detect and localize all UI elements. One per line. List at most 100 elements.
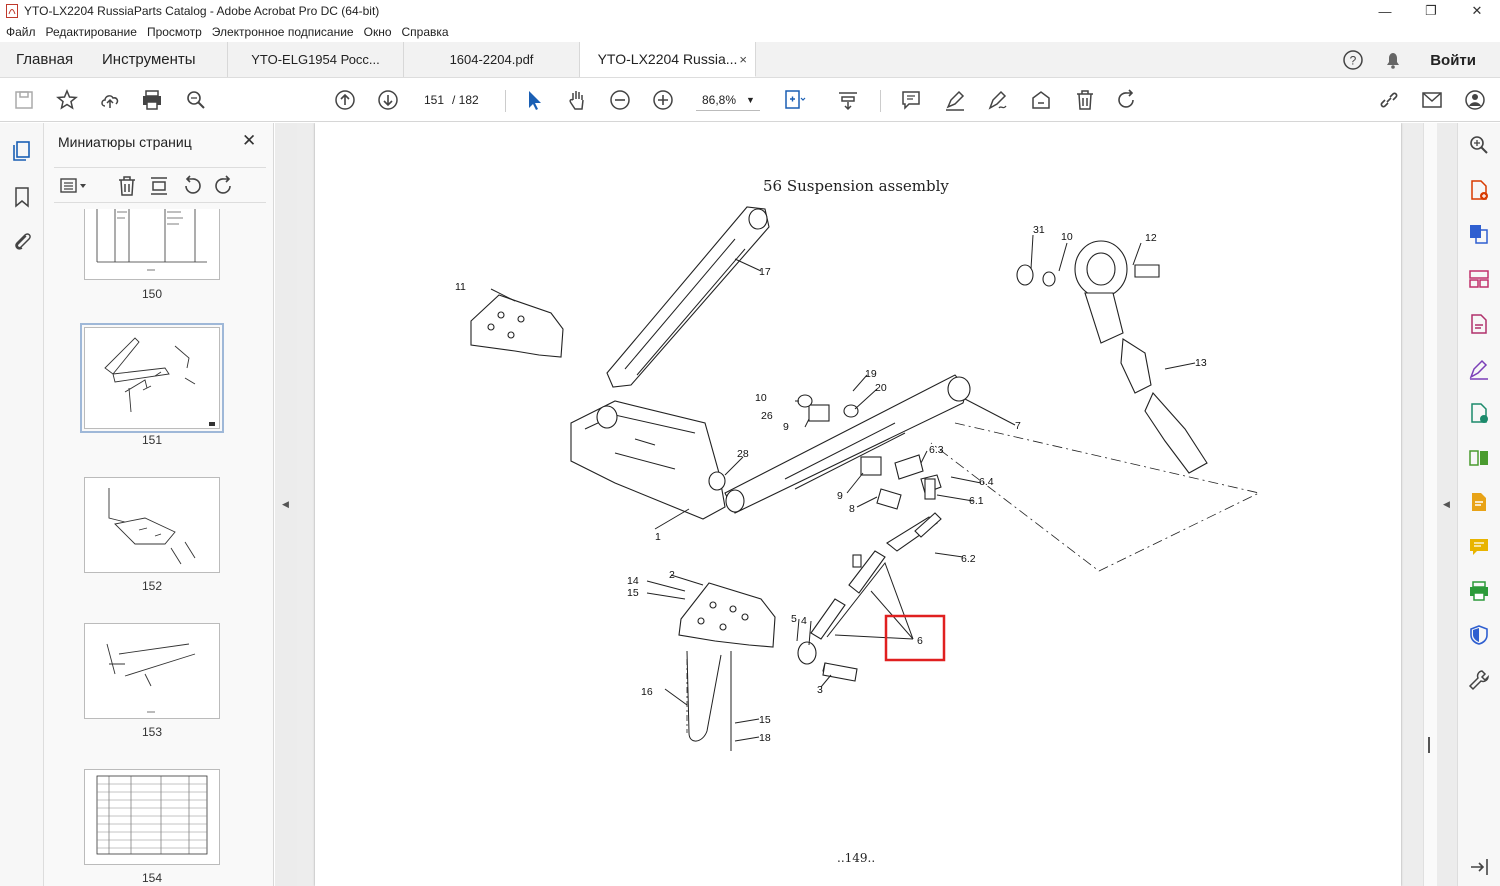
thumbnail-page-selected[interactable] — [80, 323, 224, 433]
tab-doc-1604-2204[interactable]: 1604-2204.pdf — [404, 42, 580, 77]
delete-page-icon[interactable] — [115, 174, 139, 198]
rod-assembly-6 — [797, 474, 942, 680]
scan-ocr-icon[interactable] — [1467, 490, 1491, 514]
callout-label: 10 — [755, 392, 767, 404]
menu-window[interactable]: Окно — [364, 25, 392, 39]
scroll-mode-icon[interactable] — [836, 88, 860, 112]
print-icon[interactable] — [140, 88, 164, 112]
comment-icon[interactable] — [899, 88, 923, 112]
zoom-level-select[interactable]: 86,8% ▼ — [696, 89, 760, 111]
maximize-button[interactable]: ❐ — [1408, 0, 1454, 22]
close-window-button[interactable]: ✕ — [1454, 0, 1500, 22]
rotate-ccw-icon[interactable] — [180, 174, 204, 198]
callout-label: 7 — [1015, 420, 1021, 432]
chevron-down-icon: ▼ — [746, 94, 755, 105]
export-pdf-icon[interactable] — [1467, 312, 1491, 336]
select-cursor-icon[interactable] — [522, 88, 546, 112]
user-share-icon[interactable] — [1463, 88, 1487, 112]
more-tools-wrench-icon[interactable] — [1467, 668, 1491, 692]
create-pdf-icon[interactable] — [1467, 178, 1491, 202]
bookmark-icon[interactable] — [10, 185, 34, 209]
callout-label: 18 — [759, 732, 771, 744]
redo-rotate-icon[interactable] — [1115, 88, 1139, 112]
thumbnail-page[interactable] — [84, 209, 220, 280]
menu-esign[interactable]: Электронное подписание — [212, 25, 354, 39]
vertical-scrollbar[interactable] — [1423, 123, 1437, 886]
share-link-icon[interactable] — [1377, 88, 1401, 112]
callout-label: 6.4 — [979, 476, 994, 488]
tab-label: YTO-ELG1954 Росс... — [251, 52, 380, 67]
panel-collapse-splitter[interactable]: ◀ — [275, 123, 297, 886]
scrollbar-thumb[interactable] — [1428, 737, 1430, 753]
thumbnail-preview — [108, 488, 196, 565]
fill-sign-icon[interactable] — [1467, 357, 1491, 381]
compare-files-icon[interactable] — [1467, 446, 1491, 470]
highlight-pen-icon[interactable] — [943, 88, 967, 112]
callout-label: 6.3 — [929, 444, 944, 456]
edit-pdf-icon[interactable] — [1467, 401, 1491, 425]
email-envelope-icon[interactable] — [1420, 88, 1444, 112]
thumbnail-page[interactable] — [84, 623, 220, 719]
comment-tool-icon[interactable] — [1467, 535, 1491, 559]
thumbnail-page[interactable] — [84, 477, 220, 573]
document-viewport[interactable]: 56 Suspension assembly 1 2 3 4 5 6 6.1 6… — [297, 123, 1423, 886]
right-tools-rail — [1457, 123, 1500, 886]
close-panel-button[interactable]: ✕ — [242, 131, 256, 151]
tab-doc-lx2204[interactable]: YTO-LX2204 Russia... × — [580, 42, 756, 77]
page-thumbnails-icon[interactable] — [10, 139, 34, 163]
menu-view[interactable]: Просмотр — [147, 25, 202, 39]
previous-page-icon[interactable] — [333, 88, 357, 112]
hand-tool-icon[interactable] — [565, 88, 589, 112]
star-bookmark-icon[interactable] — [55, 88, 79, 112]
edit-stamp-icon[interactable] — [1029, 88, 1053, 112]
zoom-out-icon[interactable] — [608, 88, 632, 112]
page-number-input[interactable] — [420, 89, 448, 111]
menu-edit[interactable]: Редактирование — [46, 25, 137, 39]
thumbnail-preview — [96, 775, 208, 855]
zoom-in-icon[interactable] — [651, 88, 675, 112]
organize-pages-icon[interactable] — [1467, 267, 1491, 291]
protect-shield-icon[interactable] — [1467, 623, 1491, 647]
options-menu-icon[interactable] — [58, 174, 90, 198]
help-icon[interactable]: ? — [1342, 49, 1364, 71]
upload-cloud-icon[interactable] — [98, 88, 122, 112]
bell-icon[interactable] — [1382, 49, 1404, 71]
main-toolbar: / 182 86,8% ▼ — [0, 78, 1500, 122]
thumbnail-page[interactable] — [84, 769, 220, 865]
zoom-search-icon[interactable] — [1467, 133, 1491, 157]
close-tab-button[interactable]: × — [739, 52, 747, 67]
tab-home[interactable]: Главная — [0, 42, 88, 77]
right-panel-splitter[interactable]: ◀ — [1437, 123, 1457, 886]
zoom-search-icon[interactable] — [184, 88, 208, 112]
menu-help[interactable]: Справка — [402, 25, 449, 39]
tab-tools[interactable]: Инструменты — [88, 42, 228, 77]
sign-in-button[interactable]: Войти — [1430, 52, 1476, 69]
tab-doc-elg1954[interactable]: YTO-ELG1954 Росс... — [228, 42, 404, 77]
print-production-icon[interactable] — [1467, 579, 1491, 603]
callout-label: 5 — [791, 613, 797, 625]
next-page-icon[interactable] — [376, 88, 400, 112]
callout-label: 11 — [455, 281, 466, 293]
bracket-11 — [470, 294, 564, 358]
plate-9-lower — [860, 456, 882, 476]
callout-label: 6.1 — [969, 495, 984, 507]
delete-trash-icon[interactable] — [1073, 88, 1097, 112]
attachment-paperclip-icon[interactable] — [10, 229, 34, 253]
thumbnail-label: 152 — [141, 579, 163, 593]
callout-label: 6 — [917, 635, 923, 647]
minimize-button[interactable]: — — [1362, 0, 1408, 22]
callout-label: 4 — [801, 615, 807, 627]
callout-label: 9 — [783, 421, 789, 433]
save-icon[interactable] — [12, 88, 36, 112]
combine-files-icon[interactable] — [1467, 222, 1491, 246]
page-fit-icon[interactable] — [782, 88, 806, 112]
draw-sign-icon[interactable] — [986, 88, 1010, 112]
menu-file[interactable]: Файл — [6, 25, 36, 39]
thumbnail-label: 153 — [141, 725, 163, 739]
rotate-cw-icon[interactable] — [212, 174, 236, 198]
insert-page-icon[interactable] — [147, 174, 171, 198]
bracket-6-3 — [894, 454, 924, 480]
thumbnail-toolbar — [54, 167, 266, 203]
page-footer-number: ..149.. — [837, 851, 876, 865]
collapse-rail-icon[interactable] — [1467, 855, 1491, 879]
